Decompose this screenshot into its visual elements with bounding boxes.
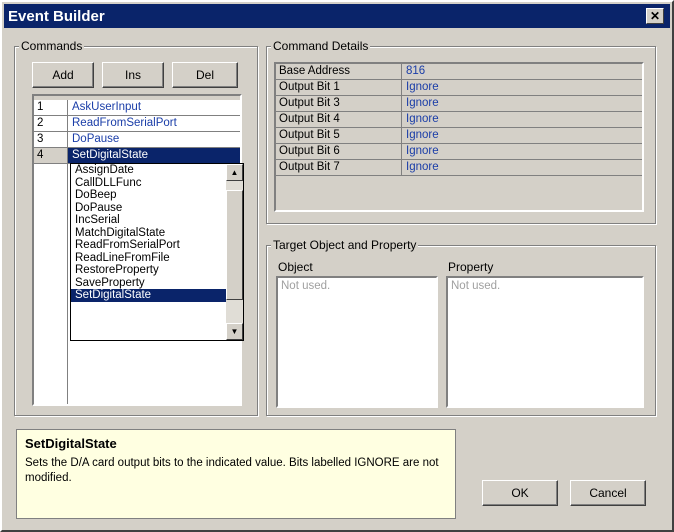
dropdown-option[interactable]: CallDLLFunc: [71, 177, 243, 190]
property-value: Not used.: [451, 280, 501, 292]
property-value[interactable]: Ignore: [402, 112, 642, 127]
table-row[interactable]: Base Address 816: [276, 64, 642, 80]
list-item[interactable]: 2 ReadFromSerialPort: [34, 116, 240, 132]
cancel-button[interactable]: Cancel: [570, 480, 646, 506]
dropdown-option[interactable]: SaveProperty: [71, 277, 243, 290]
property-value[interactable]: Ignore: [402, 144, 642, 159]
table-row[interactable]: Output Bit 1 Ignore: [276, 80, 642, 96]
object-value: Not used.: [281, 280, 331, 292]
details-grid[interactable]: Base Address 816 Output Bit 1 Ignore Out…: [274, 62, 644, 212]
list-item[interactable]: 1 AskUserInput: [34, 100, 240, 116]
object-label: Object: [278, 260, 313, 274]
row-number: 3: [34, 132, 68, 147]
property-key: Output Bit 4: [276, 112, 402, 127]
property-value[interactable]: Ignore: [402, 96, 642, 111]
description-title: SetDigitalState: [25, 436, 117, 451]
ok-button[interactable]: OK: [482, 480, 558, 506]
dropdown-scrollbar[interactable]: ▲ ▼: [226, 164, 243, 340]
dropdown-option-selected[interactable]: SetDigitalState: [71, 289, 243, 302]
property-value[interactable]: Ignore: [402, 128, 642, 143]
dropdown-option[interactable]: DoBeep: [71, 189, 243, 202]
command-name: DoPause: [72, 133, 120, 145]
add-button[interactable]: Add: [32, 62, 94, 88]
delete-button[interactable]: Del: [172, 62, 238, 88]
dropdown-option[interactable]: RestoreProperty: [71, 264, 243, 277]
scroll-thumb[interactable]: [226, 190, 243, 300]
table-row[interactable]: Output Bit 6 Ignore: [276, 144, 642, 160]
list-blank-area: [34, 164, 68, 404]
dropdown-option[interactable]: AssignDate: [71, 164, 243, 177]
description-panel: SetDigitalState Sets the D/A card output…: [16, 429, 456, 519]
scroll-up-icon[interactable]: ▲: [226, 164, 243, 181]
insert-button[interactable]: Ins: [102, 62, 164, 88]
commands-group-label: Commands: [19, 39, 85, 53]
table-row[interactable]: Output Bit 5 Ignore: [276, 128, 642, 144]
property-key: Output Bit 3: [276, 96, 402, 111]
window-title: Event Builder: [8, 7, 105, 25]
dropdown-option[interactable]: ReadFromSerialPort: [71, 239, 243, 252]
target-group-label: Target Object and Property: [271, 238, 419, 252]
list-item[interactable]: 3 DoPause: [34, 132, 240, 148]
list-item-selected[interactable]: 4 SetDigitalState: [34, 148, 240, 164]
title-bar: Event Builder ✕: [4, 4, 670, 28]
property-key: Output Bit 7: [276, 160, 402, 175]
property-key: Base Address: [276, 64, 402, 79]
table-row[interactable]: Output Bit 4 Ignore: [276, 112, 642, 128]
dropdown-option[interactable]: DoPause: [71, 202, 243, 215]
dropdown-option[interactable]: IncSerial: [71, 214, 243, 227]
property-value[interactable]: Ignore: [402, 160, 642, 175]
table-row[interactable]: Output Bit 3 Ignore: [276, 96, 642, 112]
property-key: Output Bit 5: [276, 128, 402, 143]
property-value[interactable]: Ignore: [402, 80, 642, 95]
property-label: Property: [448, 260, 494, 274]
command-name: ReadFromSerialPort: [72, 117, 177, 129]
row-number: 1: [34, 100, 68, 115]
object-listbox[interactable]: Not used.: [276, 276, 438, 408]
command-dropdown[interactable]: AssignDate CallDLLFunc DoBeep DoPause In…: [70, 163, 244, 341]
row-number: 2: [34, 116, 68, 131]
dropdown-option[interactable]: ReadLineFromFile: [71, 252, 243, 265]
property-key: Output Bit 6: [276, 144, 402, 159]
close-icon[interactable]: ✕: [646, 8, 664, 24]
description-text: Sets the D/A card output bits to the ind…: [25, 457, 439, 484]
dropdown-option[interactable]: MatchDigitalState: [71, 227, 243, 240]
command-name: SetDigitalState: [68, 148, 240, 163]
command-name: AskUserInput: [72, 101, 142, 113]
row-number: 4: [34, 148, 68, 163]
command-details-label: Command Details: [271, 39, 371, 53]
scroll-down-icon[interactable]: ▼: [226, 323, 243, 340]
property-key: Output Bit 1: [276, 80, 402, 95]
event-builder-window: Event Builder ✕ Commands Add Ins Del 1 A…: [0, 0, 674, 532]
property-value[interactable]: 816: [402, 64, 642, 79]
table-row[interactable]: Output Bit 7 Ignore: [276, 160, 642, 176]
property-listbox[interactable]: Not used.: [446, 276, 644, 408]
